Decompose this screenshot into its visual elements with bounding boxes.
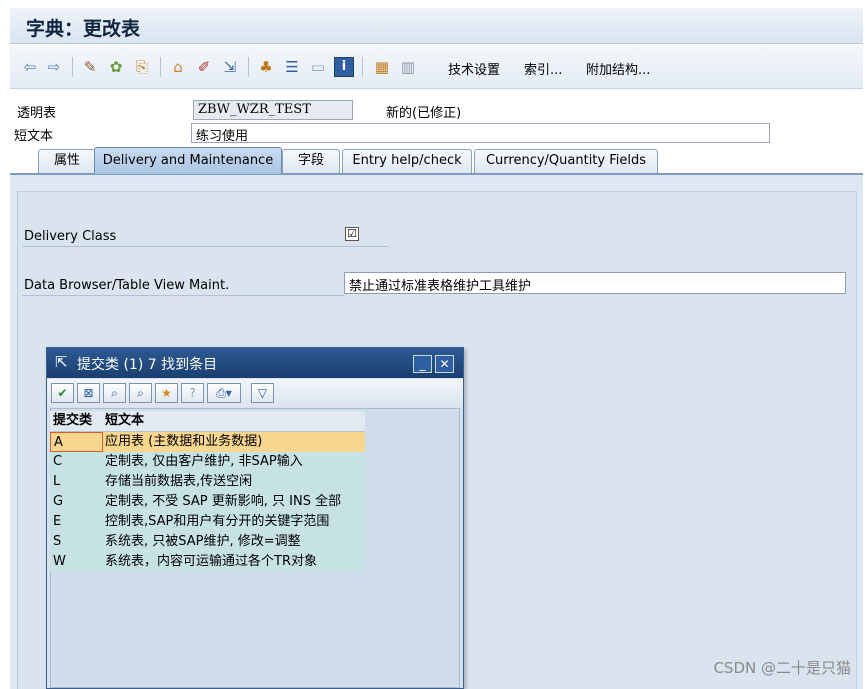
forward-arrow-icon[interactable]: ⇨ xyxy=(44,57,64,77)
item-text: 系统表, 只被SAP维护, 修改=调整 xyxy=(105,534,301,549)
list-item[interactable]: G 定制表, 不受 SAP 更新影响, 只 INS 全部 xyxy=(50,492,365,512)
export-icon: ⇱ xyxy=(55,353,68,371)
align-icon[interactable]: ☰ xyxy=(282,57,302,77)
column-header-key[interactable]: 提交类 xyxy=(50,411,103,431)
item-key: A xyxy=(50,432,103,452)
grid-icon[interactable]: ▦ xyxy=(372,57,392,77)
item-text: 定制表, 仅由客户维护, 非SAP输入 xyxy=(105,454,303,469)
navigation-icon[interactable]: ⇲ xyxy=(220,57,240,77)
tab-strip: 属性 Delivery and Maintenance 字段 Entry hel… xyxy=(10,147,863,174)
info-icon[interactable]: i xyxy=(334,57,354,77)
tab-delivery-maintenance[interactable]: Delivery and Maintenance xyxy=(94,147,282,174)
application-toolbar: ⇦ ⇨ ✎ ✿ ⎘ ⌂ ✐ ⇲ ♣ ☰ ▭ i ▦ ▥ 技术设置 索引... 附… xyxy=(10,45,863,89)
table-name-row: 透明表 ZBW_WZR_TEST 新的(已修正) xyxy=(10,100,863,122)
where-used-icon[interactable]: ✐ xyxy=(194,57,214,77)
minimize-button[interactable]: _ xyxy=(413,355,432,373)
tab-entry-help-check[interactable]: Entry help/check xyxy=(342,149,472,173)
title-bar: 字典：更改表 xyxy=(10,8,863,44)
list-item[interactable]: L 存储当前数据表,传送空闲 xyxy=(50,472,365,492)
structure-icon[interactable]: ♣ xyxy=(256,57,276,77)
popup-title: 提交类 (1) 7 找到条目 xyxy=(77,357,218,373)
list-item[interactable]: E 控制表,SAP和用户有分开的关键字范围 xyxy=(50,512,365,532)
find-icon[interactable]: ⌕ xyxy=(103,383,126,403)
table-icon[interactable]: ▭ xyxy=(308,57,328,77)
watermark: CSDN @二十是只猫 xyxy=(713,659,851,677)
item-text: 系统表，内容可运输通过各个TR对象 xyxy=(105,554,317,569)
toolbar-separator xyxy=(362,57,363,77)
column-header-text[interactable]: 短文本 xyxy=(103,411,365,431)
item-text: 应用表 (主数据和业务数据) xyxy=(105,434,263,449)
window-title: 字典：更改表 xyxy=(26,18,141,40)
item-key: G xyxy=(53,494,64,509)
item-text: 定制表, 不受 SAP 更新影响, 只 INS 全部 xyxy=(105,494,342,509)
back-arrow-icon[interactable]: ⇦ xyxy=(20,57,40,77)
print-icon[interactable]: ⎙▾ xyxy=(207,383,241,403)
popup-title-bar: ⇱ 提交类 (1) 7 找到条目 _ ✕ xyxy=(47,348,463,378)
popup-toolbar: ✔ ⊠ ⌕ ⌕ ★ ? ⎙▾ ▽ xyxy=(47,379,463,407)
item-key: C xyxy=(53,454,63,469)
find-next-icon[interactable]: ⌕ xyxy=(129,383,152,403)
short-text-field[interactable]: 练习使用 xyxy=(191,123,770,144)
list-item[interactable]: S 系统表, 只被SAP维护, 修改=调整 xyxy=(50,532,365,552)
display-change-icon[interactable]: ✎ xyxy=(80,57,100,77)
transparent-table-label: 透明表 xyxy=(17,106,57,121)
delivery-class-checkbox[interactable]: ☑ xyxy=(345,227,359,241)
f4-help-popup: ⇱ 提交类 (1) 7 找到条目 _ ✕ ✔ ⊠ ⌕ ⌕ ★ ? ⎙▾ ▽ 提交… xyxy=(46,347,464,689)
data-browser-label: Data Browser/Table View Maint. xyxy=(24,278,230,293)
confirm-icon[interactable]: ✔ xyxy=(51,383,74,403)
list-item[interactable]: W 系统表，内容可运输通过各个TR对象 xyxy=(50,552,365,572)
data-browser-field[interactable]: 禁止通过标准表格维护工具维护 xyxy=(344,272,846,294)
short-text-label: 短文本 xyxy=(14,129,54,144)
value-list: 提交类 短文本 A 应用表 (主数据和业务数据) C 定制表, 仅由客户维护, … xyxy=(50,411,365,572)
help-icon[interactable]: ? xyxy=(181,383,204,403)
list-item[interactable]: C 定制表, 仅由客户维护, 非SAP输入 xyxy=(50,452,365,472)
tech-settings-button[interactable]: 技术设置 xyxy=(448,59,500,78)
activate-icon[interactable]: ⎘ xyxy=(132,57,152,77)
toolbar-separator xyxy=(160,57,161,77)
close-button[interactable]: ✕ xyxy=(435,355,454,373)
table-name-field[interactable]: ZBW_WZR_TEST xyxy=(193,100,353,120)
item-key: W xyxy=(53,554,66,569)
item-text: 控制表,SAP和用户有分开的关键字范围 xyxy=(105,514,330,529)
short-text-row: 短文本 练习使用 xyxy=(10,123,863,145)
columns-icon[interactable]: ▥ xyxy=(398,57,418,77)
toolbar-separator xyxy=(72,57,73,77)
tab-fields[interactable]: 字段 xyxy=(282,149,340,173)
append-structure-button[interactable]: 附加结构... xyxy=(586,59,650,78)
divider xyxy=(22,295,344,296)
item-key: E xyxy=(53,514,62,529)
toolbar-separator xyxy=(248,57,249,77)
delivery-class-label: Delivery Class xyxy=(24,229,117,244)
hierarchy-icon[interactable]: ⌂ xyxy=(168,57,188,77)
status-text: 新的(已修正) xyxy=(386,106,462,121)
divider xyxy=(22,246,388,247)
check-object-icon[interactable]: ✿ xyxy=(106,57,126,77)
add-favorite-icon[interactable]: ★ xyxy=(155,383,178,403)
tab-currency-quantity-fields[interactable]: Currency/Quantity Fields xyxy=(474,149,658,173)
item-text: 存储当前数据表,传送空闲 xyxy=(105,474,253,489)
item-key: S xyxy=(53,534,62,549)
list-header: 提交类 短文本 xyxy=(50,411,365,432)
cancel-icon[interactable]: ⊠ xyxy=(77,383,100,403)
tab-attributes[interactable]: 属性 xyxy=(38,149,96,173)
list-item[interactable]: A 应用表 (主数据和业务数据) xyxy=(50,432,365,452)
filter-icon[interactable]: ▽ xyxy=(251,383,274,403)
item-key: L xyxy=(53,474,61,489)
index-button[interactable]: 索引... xyxy=(524,59,562,78)
